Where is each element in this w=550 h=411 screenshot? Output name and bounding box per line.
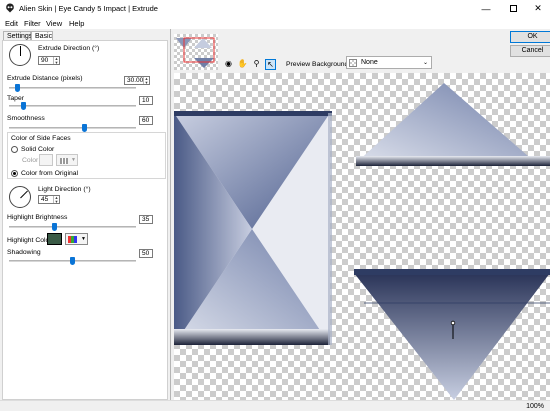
taper-input[interactable]: 10 [139, 96, 153, 105]
side-face-palette-button: ▼ [56, 154, 78, 166]
toggle-preview-button[interactable]: ◉ [223, 59, 234, 70]
highlight-color-swatch[interactable] [47, 233, 62, 245]
minimize-icon: — [481, 3, 491, 14]
light-direction-input[interactable]: 45 ▲ ▼ [38, 195, 60, 204]
menu-view[interactable]: View [46, 19, 62, 28]
top-right-triangle [356, 83, 550, 166]
highlight-brightness-track[interactable] [9, 226, 136, 228]
spin-arrows-icon[interactable]: ▲ ▼ [53, 196, 59, 203]
solid-color-radio[interactable] [11, 146, 18, 153]
shadowing-value: 50 [142, 250, 150, 257]
select-tool-button[interactable]: ↖ [265, 59, 276, 70]
color-from-original-radio[interactable] [11, 170, 18, 177]
smoothness-input[interactable]: 60 [139, 116, 153, 125]
smoothness-value: 60 [142, 117, 150, 124]
hand-icon: ✋ [237, 59, 248, 68]
extrude-direction-value: 90 [41, 57, 49, 64]
highlight-color-label: Highlight Color [7, 237, 52, 244]
extrude-direction-label: Extrude Direction (°) [38, 45, 100, 52]
light-direction-value: 45 [41, 196, 49, 203]
smoothness-label: Smoothness [7, 115, 45, 122]
navigator-shapes [176, 37, 215, 68]
dial-needle [20, 190, 28, 199]
preview-background-value: None [361, 59, 378, 66]
chevron-down-icon: ⌄ [422, 60, 428, 66]
extruded-shapes-preview [174, 83, 550, 400]
extrude-distance-track[interactable] [9, 87, 136, 89]
close-icon: ✕ [534, 3, 542, 13]
light-direction-dial[interactable] [9, 186, 31, 208]
status-bar: 100% [0, 400, 550, 411]
alien-skin-app-icon [6, 3, 14, 13]
zoom-tool-button[interactable]: ⚲ [251, 59, 262, 70]
close-window-button[interactable]: ✕ [525, 0, 550, 17]
palette-grid-icon [60, 158, 68, 164]
highlight-brightness-input[interactable]: 35 [139, 215, 153, 224]
ok-button[interactable]: OK [510, 31, 550, 43]
preview-background-label: Preview Background: [286, 61, 351, 68]
menu-filter[interactable]: Filter [24, 19, 41, 28]
menu-help[interactable]: Help [69, 19, 84, 28]
color-label: Color [22, 157, 39, 164]
taper-slider-thumb[interactable] [21, 102, 27, 110]
extrude-direction-dial[interactable] [9, 44, 31, 66]
smoothness-slider-thumb[interactable] [82, 124, 88, 132]
preview-background-dropdown[interactable]: None ⌄ [346, 56, 432, 69]
zoom-level: 100% [526, 403, 544, 410]
checker-swatch-icon [349, 59, 357, 67]
highlight-palette-button[interactable]: ▼ [65, 233, 88, 245]
chevron-down-icon: ▼ [81, 236, 86, 242]
highlight-brightness-value: 35 [142, 216, 150, 223]
eye-icon: ◉ [225, 59, 232, 68]
extrude-distance-input[interactable]: 30.00 ▲ ▼ [124, 76, 150, 85]
light-direction-label: Light Direction (°) [38, 186, 91, 193]
left-shape [174, 111, 332, 345]
highlight-brightness-slider-thumb[interactable] [51, 223, 57, 231]
taper-value: 10 [142, 97, 150, 104]
bottom-right-triangle [354, 269, 550, 400]
cancel-button[interactable]: Cancel [510, 45, 550, 57]
spin-arrows-icon[interactable]: ▲ ▼ [53, 57, 59, 64]
taper-track[interactable] [9, 105, 136, 107]
maximize-button[interactable] [500, 0, 526, 17]
chevron-down-icon: ▼ [71, 157, 76, 163]
light-handle-knob[interactable] [450, 320, 456, 326]
navigator-thumbnail[interactable] [174, 34, 218, 70]
smoothness-track[interactable] [9, 127, 136, 129]
side-faces-group-label: Color of Side Faces [11, 135, 71, 142]
color-from-original-label: Color from Original [21, 170, 79, 177]
window-title: Alien Skin | Eye Candy 5 Impact | Extrud… [19, 4, 158, 13]
extrude-distance-label: Extrude Distance (pixels) [7, 75, 83, 82]
pan-tool-button[interactable]: ✋ [237, 59, 248, 70]
shadowing-input[interactable]: 50 [139, 249, 153, 258]
preview-canvas[interactable] [174, 73, 550, 400]
arrow-cursor-icon: ↖ [267, 60, 274, 69]
palette-grid-icon [68, 236, 77, 243]
maximize-icon [509, 5, 517, 12]
extrude-distance-slider-thumb[interactable] [15, 84, 21, 92]
shadowing-slider-thumb[interactable] [70, 257, 75, 265]
highlight-brightness-label: Highlight Brightness [7, 214, 68, 221]
magnifier-icon: ⚲ [253, 59, 260, 68]
side-face-color-swatch [39, 154, 53, 166]
minimize-button[interactable]: — [473, 0, 499, 17]
extrude-direction-input[interactable]: 90 ▲ ▼ [38, 56, 60, 65]
spin-arrows-icon[interactable]: ▲ ▼ [143, 77, 149, 84]
taper-label: Taper [7, 95, 25, 102]
shadowing-label: Shadowing [7, 249, 41, 256]
solid-color-label: Solid Color [21, 146, 55, 153]
extrude-distance-value: 30.00 [127, 77, 144, 84]
dial-needle [20, 46, 21, 56]
menu-edit[interactable]: Edit [5, 19, 18, 28]
